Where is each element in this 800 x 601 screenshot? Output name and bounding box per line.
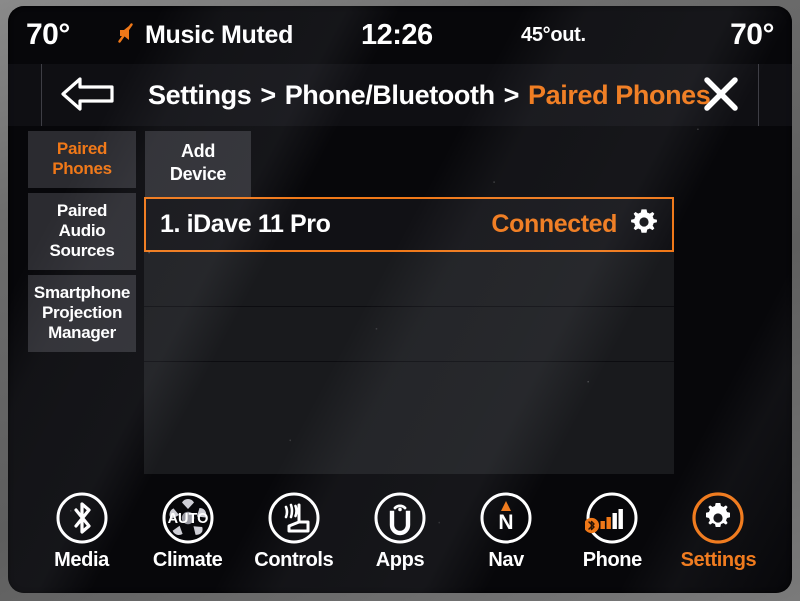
uconnect-icon [373, 491, 427, 545]
nav-item-label: Controls [254, 549, 334, 571]
sidebar-item-label: Smartphone [33, 283, 131, 302]
nav-item-label: Settings [680, 549, 757, 571]
touchscreen[interactable]: 70° Music Muted 12:26 45°out. 70° Settin… [8, 6, 792, 593]
table-row[interactable] [144, 307, 674, 362]
nav-item-label: Phone [582, 549, 643, 571]
breadcrumb-segment-paired-phones: Paired Phones [528, 79, 711, 110]
status-bar: 70° Music Muted 12:26 45°out. 70° [8, 6, 792, 64]
breadcrumb-segment-phone-bluetooth[interactable]: Phone/Bluetooth [285, 80, 495, 111]
clock[interactable]: 12:26 [361, 19, 433, 52]
nav-item-settings[interactable]: Settings [667, 491, 770, 572]
nav-item-label: Media [54, 549, 109, 571]
breadcrumb-separator: > [503, 79, 520, 110]
sidebar-item-label: Audio [58, 221, 106, 240]
nav-item-nav[interactable]: N Nav [455, 491, 558, 572]
seat-icon [267, 491, 321, 545]
outside-temp: 45°out. [521, 23, 586, 46]
gear-icon [691, 491, 745, 545]
compass-north-icon: N [479, 491, 533, 545]
sidebar-item-label: Manager [48, 323, 116, 342]
svg-text:AUTO: AUTO [167, 511, 208, 527]
muted-speaker-icon [116, 21, 140, 50]
sidebar-item-label: Projection [41, 303, 123, 322]
bluetooth-badge-icon [584, 517, 600, 534]
sidebar-item-label: Paired [56, 139, 108, 158]
signal-bars-icon [584, 491, 639, 545]
close-button[interactable] [698, 75, 744, 117]
svg-text:N: N [499, 511, 514, 534]
sidebar-item-paired-phones[interactable]: Paired Phones [28, 131, 136, 188]
back-button[interactable] [50, 76, 126, 116]
close-icon [701, 74, 741, 119]
breadcrumb: Settings > Phone/Bluetooth > Paired Phon… [148, 64, 711, 126]
nav-item-media[interactable]: Media [30, 491, 133, 572]
paired-phones-list[interactable]: 1. iDave 11 Pro Connected [144, 197, 674, 474]
sidebar-item-label: Paired [56, 201, 108, 220]
table-row[interactable]: 1. iDave 11 Pro Connected [144, 197, 674, 252]
nav-item-label: Nav [488, 549, 524, 571]
bluetooth-icon [55, 491, 109, 545]
nav-item-controls[interactable]: Controls [242, 491, 345, 572]
passenger-temp[interactable]: 70° [730, 18, 774, 52]
sidebar: Paired Phones Paired Audio Sources Smart… [28, 131, 136, 357]
nav-item-climate[interactable]: AUTO Climate [136, 491, 239, 572]
nav-item-label: Apps [375, 549, 425, 571]
sidebar-item-smartphone-projection-manager[interactable]: Smartphone Projection Manager [28, 275, 136, 352]
sidebar-item-label: Sources [49, 241, 115, 260]
music-muted-label: Music Muted [145, 20, 294, 49]
add-device-label: Device [169, 164, 227, 184]
status-badge: Connected [491, 210, 617, 238]
auto-fan-icon: AUTO [161, 491, 215, 545]
breadcrumb-separator: > [260, 79, 276, 110]
bottom-nav-bar: Media AUTO Climate Controls Apps N Nav P… [8, 478, 792, 593]
nav-item-phone[interactable]: Phone [561, 491, 664, 572]
driver-temp[interactable]: 70° [26, 18, 70, 52]
sidebar-item-label: Phones [52, 159, 112, 178]
device-name: 1. iDave 11 Pro [160, 210, 331, 238]
sidebar-item-paired-audio-sources[interactable]: Paired Audio Sources [28, 193, 136, 270]
table-row[interactable] [144, 252, 674, 307]
head-unit-device: 70° Music Muted 12:26 45°out. 70° Settin… [0, 0, 800, 601]
header-bar: Settings > Phone/Bluetooth > Paired Phon… [8, 64, 792, 126]
nav-item-apps[interactable]: Apps [348, 491, 451, 572]
add-device-label: Add [180, 141, 216, 161]
music-muted-indicator[interactable]: Music Muted [116, 21, 293, 50]
add-device-button[interactable]: Add Device [145, 131, 251, 197]
nav-item-label: Climate [152, 549, 223, 571]
table-row[interactable] [144, 362, 674, 417]
back-arrow-icon [60, 76, 116, 116]
breadcrumb-segment-settings[interactable]: Settings [148, 80, 252, 111]
gear-icon[interactable] [629, 207, 659, 242]
